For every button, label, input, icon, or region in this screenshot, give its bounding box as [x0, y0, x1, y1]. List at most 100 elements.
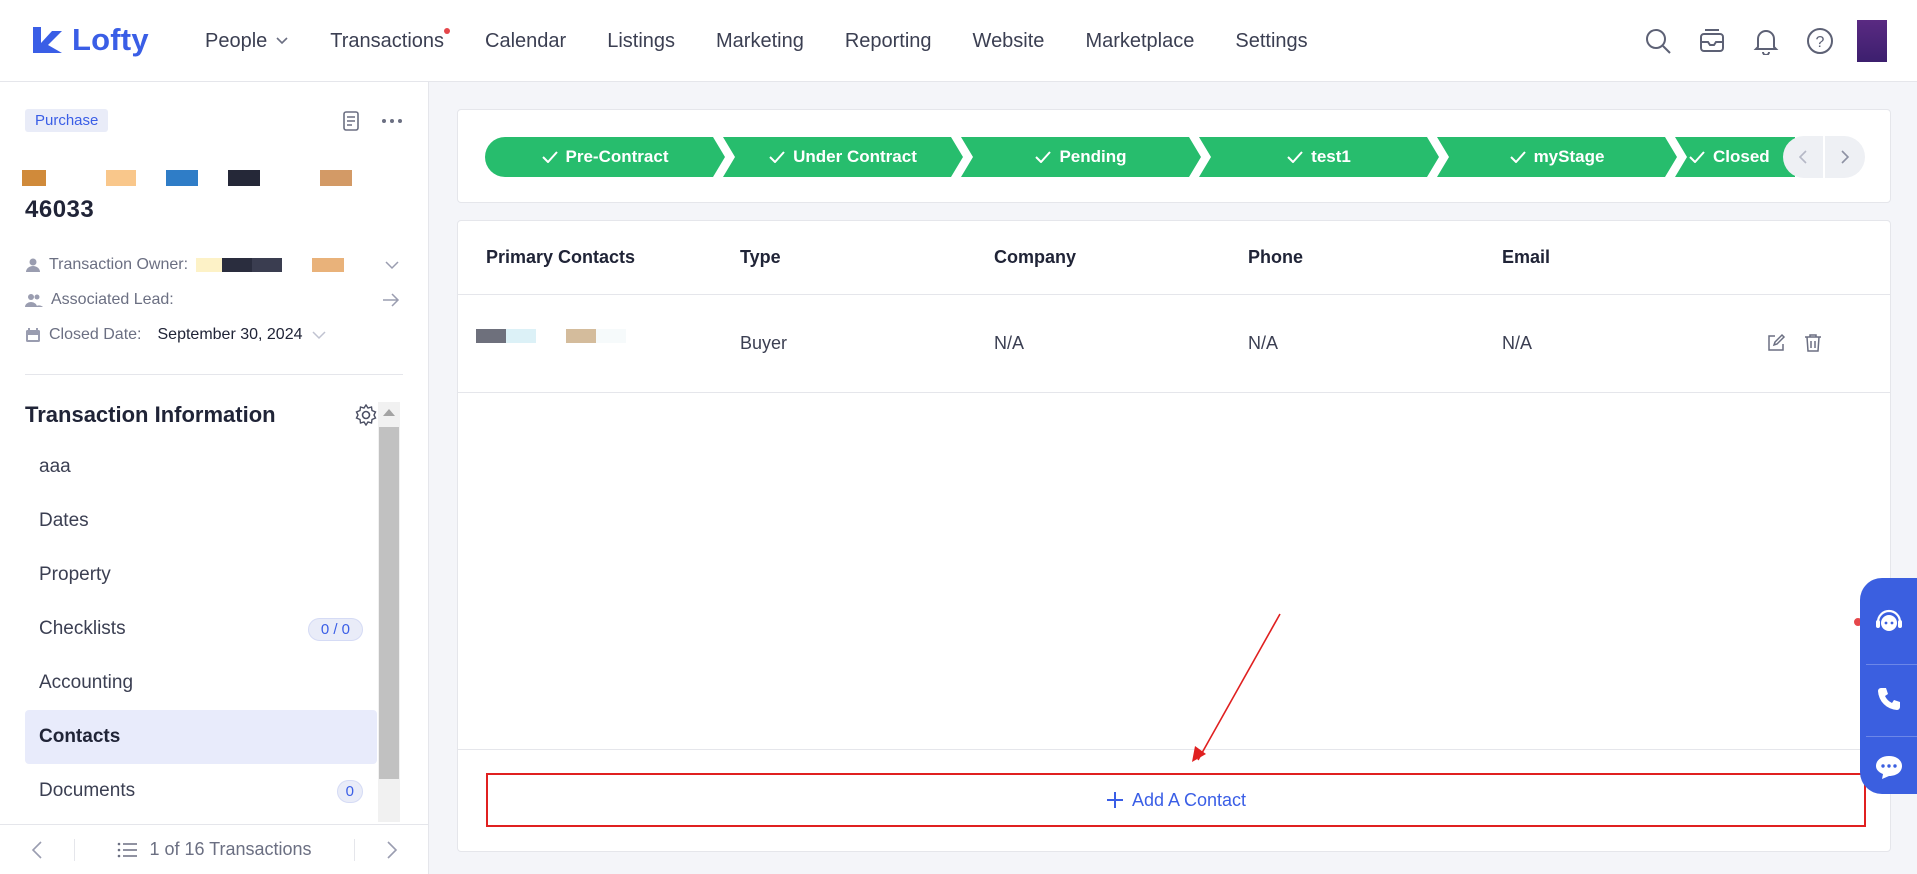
chevron-left-icon — [1798, 150, 1807, 164]
table-header: Primary Contacts Type Company Phone Emai… — [458, 221, 1890, 295]
stage-closed[interactable]: Closed — [1675, 137, 1795, 177]
trash-icon[interactable] — [1804, 333, 1822, 353]
support-agent-icon — [1875, 609, 1902, 631]
check-icon — [1287, 151, 1303, 163]
stage-mystage[interactable]: myStage — [1437, 137, 1677, 177]
gear-icon[interactable] — [355, 404, 377, 426]
divider — [25, 374, 403, 375]
stage-pending[interactable]: Pending — [961, 137, 1201, 177]
closed-date-value[interactable]: September 30, 2024 — [158, 326, 303, 344]
chevron-down-icon[interactable] — [384, 260, 400, 270]
more-icon[interactable] — [381, 118, 403, 124]
brand-name: Lofty — [72, 22, 149, 57]
contact-email-cell: N/A — [1502, 333, 1533, 353]
nav-item-transactions[interactable]: Transactions — [330, 27, 451, 53]
column-header-company: Company — [994, 247, 1077, 267]
nav-item-settings[interactable]: Settings — [1235, 30, 1307, 53]
menu-item-property[interactable]: Property — [25, 548, 377, 602]
menu-item-checklists[interactable]: Checklists 0 / 0 — [25, 602, 377, 656]
transaction-type-tag: Purchase — [25, 109, 109, 132]
menu-item-label: Contacts — [39, 726, 121, 747]
svg-text:?: ? — [1816, 34, 1825, 51]
help-icon[interactable]: ? — [1793, 0, 1847, 82]
nav-item-label: Calendar — [485, 29, 567, 52]
contact-type-cell: Buyer — [740, 333, 788, 353]
column-header-type: Type — [740, 247, 781, 267]
row-actions — [1766, 333, 1822, 353]
stage-label: Under Contract — [793, 147, 917, 166]
nav-tools: ? — [1631, 0, 1917, 82]
sidebar-tools — [341, 110, 403, 132]
add-contact-button[interactable]: Add A Contact — [486, 773, 1866, 827]
transaction-id: 46033 — [25, 196, 95, 223]
nav-item-website[interactable]: Website — [973, 30, 1045, 53]
transaction-owner-label: Transaction Owner: — [49, 256, 189, 273]
menu-item-label: Accounting — [39, 672, 134, 693]
menu-item-aaa[interactable]: aaa — [25, 440, 377, 494]
menu-item-documents[interactable]: Documents 0 — [25, 764, 377, 818]
associated-lead-label: Associated Lead: — [51, 291, 174, 308]
search-icon[interactable] — [1631, 0, 1685, 82]
stage-test1[interactable]: test1 — [1199, 137, 1439, 177]
check-icon — [1689, 151, 1705, 163]
nav-item-label: Marketplace — [1085, 29, 1195, 52]
menu-item-label: Checklists — [39, 618, 126, 639]
nav-item-reporting[interactable]: Reporting — [845, 30, 932, 53]
transaction-pager: 1 of 16 Transactions — [0, 824, 429, 874]
edit-icon[interactable] — [1766, 333, 1786, 353]
inbox-icon[interactable] — [1685, 0, 1739, 82]
stage-label: Pending — [1059, 147, 1127, 166]
bell-icon[interactable] — [1739, 0, 1793, 82]
live-chat-button[interactable] — [1860, 608, 1917, 636]
menu-item-contacts[interactable]: Contacts — [25, 710, 377, 764]
prev-transaction-button[interactable] — [0, 838, 75, 861]
nav-item-label: Website — [972, 29, 1045, 52]
pager-text: 1 of 16 Transactions — [149, 839, 312, 859]
check-icon — [541, 151, 558, 163]
arrow-right-icon[interactable] — [382, 293, 400, 307]
stage-scroll-right-button[interactable] — [1825, 136, 1865, 178]
person-icon — [26, 258, 40, 272]
nav-item-listings[interactable]: Listings — [607, 30, 675, 53]
document-icon[interactable] — [341, 110, 361, 132]
brand-logo[interactable]: Lofty — [30, 22, 149, 58]
nav-item-people[interactable]: People — [205, 30, 289, 53]
stage-under-contract[interactable]: Under Contract — [723, 137, 963, 177]
column-header-phone: Phone — [1248, 247, 1304, 267]
scrollbar-thumb[interactable] — [379, 427, 399, 779]
people-icon — [25, 294, 43, 307]
checklists-count-badge: 0 / 0 — [307, 617, 363, 641]
chevron-down-icon — [276, 37, 288, 45]
nav-item-label: People — [205, 29, 268, 52]
contact-company-cell: N/A — [994, 333, 1025, 353]
menu-item-dates[interactable]: Dates — [25, 494, 377, 548]
user-avatar[interactable] — [1857, 20, 1887, 62]
transaction-list-button[interactable]: 1 of 16 Transactions — [75, 839, 354, 860]
chevron-right-icon — [387, 840, 398, 859]
documents-count-badge: 0 — [336, 779, 363, 803]
contacts-table-card: Primary Contacts Type Company Phone Emai… — [457, 220, 1891, 852]
chevron-down-icon[interactable] — [311, 330, 327, 340]
nav-item-calendar[interactable]: Calendar — [485, 30, 566, 53]
column-header-email: Email — [1502, 247, 1551, 267]
menu-item-accounting[interactable]: Accounting — [25, 656, 377, 710]
closed-date-row: Closed Date: September 30, 2024 — [25, 326, 400, 344]
stage-pre-contract[interactable]: Pre-Contract — [485, 137, 725, 177]
stage-scroll-controls — [1783, 136, 1865, 178]
scroll-up-arrow-icon[interactable] — [383, 409, 395, 416]
column-header-primary-contacts: Primary Contacts — [486, 247, 636, 267]
next-transaction-button[interactable] — [354, 838, 429, 861]
check-icon — [1509, 151, 1526, 163]
message-button[interactable] — [1860, 754, 1917, 780]
transaction-information-title: Transaction Information — [25, 402, 276, 427]
nav-item-label: Marketing — [716, 29, 804, 52]
call-button[interactable] — [1860, 685, 1917, 713]
annotation-arrow — [1192, 613, 1281, 762]
stage-scroll-left-button[interactable] — [1783, 136, 1823, 178]
redacted-contact-name — [476, 329, 626, 343]
nav-item-marketing[interactable]: Marketing — [716, 30, 804, 53]
top-nav-bar: Lofty People Transactions Calendar Listi… — [0, 0, 1917, 82]
stage-progress-card: Pre-Contract Under Contract Pending test… — [457, 109, 1891, 203]
nav-item-marketplace[interactable]: Marketplace — [1085, 30, 1194, 53]
table-row[interactable]: Buyer N/A N/A N/A — [458, 295, 1890, 393]
